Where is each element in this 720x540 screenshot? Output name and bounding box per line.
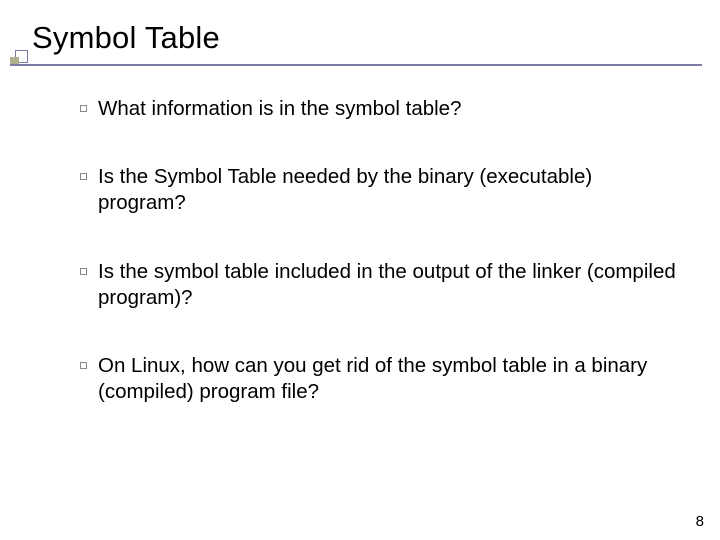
square-bullet-icon [80,362,87,369]
bullet-text: Is the Symbol Table needed by the binary… [98,165,592,214]
square-bullet-icon [80,173,87,180]
slide-body: What information is in the symbol table?… [80,96,680,448]
bullet-text: What information is in the symbol table? [98,97,461,120]
title-underline [10,64,702,66]
bullet-item: What information is in the symbol table? [80,96,680,122]
square-bullet-icon [80,268,87,275]
slide-title: Symbol Table [32,20,220,56]
page-number: 8 [696,513,704,530]
bullet-text: Is the symbol table included in the outp… [98,260,676,309]
bullet-item: On Linux, how can you get rid of the sym… [80,353,680,405]
bullet-item: Is the Symbol Table needed by the binary… [80,164,680,216]
bullet-item: Is the symbol table included in the outp… [80,259,680,311]
square-bullet-icon [80,105,87,112]
slide: Symbol Table What information is in the … [0,0,720,540]
bullet-text: On Linux, how can you get rid of the sym… [98,354,647,403]
